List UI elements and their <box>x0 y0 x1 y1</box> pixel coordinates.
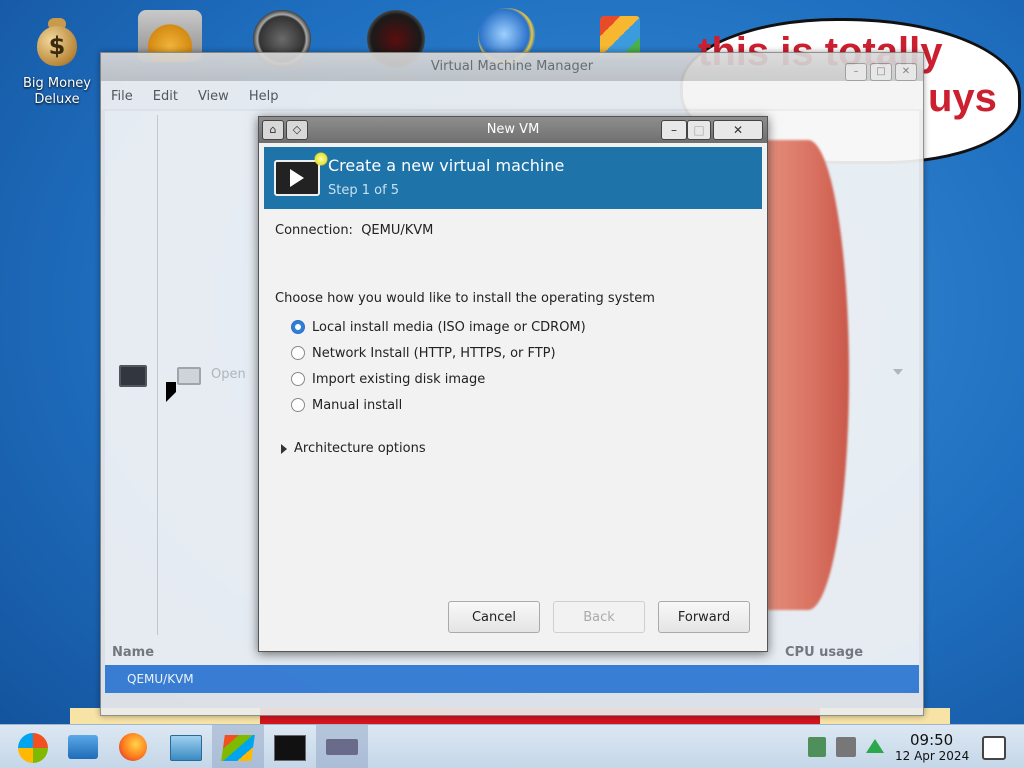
column-cpu-usage[interactable]: CPU usage <box>785 645 863 660</box>
taskbar: 09:50 12 Apr 2024 <box>0 724 1024 768</box>
dialog-banner: Create a new virtual machine Step 1 of 5 <box>264 147 762 209</box>
bubble-text-line-2: uys <box>928 76 997 120</box>
minimize-button[interactable]: – <box>845 63 867 81</box>
close-button[interactable]: ✕ <box>895 63 917 81</box>
menubar: File Edit View Help <box>101 81 923 109</box>
control-panel-icon <box>170 735 202 761</box>
option-label: Manual install <box>312 397 403 413</box>
option-import-disk[interactable]: Import existing disk image <box>291 368 485 390</box>
clock-date[interactable]: 12 Apr 2024 <box>895 749 969 763</box>
vm-icon <box>326 739 358 755</box>
tray-network-icon[interactable] <box>808 737 826 757</box>
row-connection-name: QEMU/KVM <box>127 672 194 686</box>
new-vm-icon[interactable] <box>119 365 147 387</box>
banner-title: Create a new virtual machine <box>328 156 565 175</box>
option-label: Local install media (ISO image or CDROM) <box>312 319 586 335</box>
desktop-icon-big-money-deluxe[interactable]: $ Big Money Deluxe <box>18 14 96 108</box>
tray-volume-muted-icon[interactable] <box>836 737 856 757</box>
dialog-title: New VM <box>486 122 540 137</box>
option-label: Import existing disk image <box>312 371 486 387</box>
connection-row: Connection: QEMU/KVM <box>275 223 433 238</box>
monitor-icon <box>177 367 201 385</box>
folder-icon <box>68 735 98 759</box>
install-prompt: Choose how you would like to install the… <box>275 291 655 306</box>
table-row[interactable]: QEMU/KVM <box>105 665 919 693</box>
windows-logo-icon <box>18 733 48 763</box>
window-title: Virtual Machine Manager <box>430 59 594 74</box>
taskbar-terminal[interactable] <box>264 725 316 768</box>
expander-arrow-icon <box>281 443 287 454</box>
menu-file[interactable]: File <box>101 81 143 113</box>
window-menu-icon[interactable]: ⌂ <box>262 120 284 140</box>
back-button[interactable]: Back <box>553 601 645 633</box>
taskbar-virt-manager[interactable] <box>316 725 368 768</box>
expander-label: Architecture options <box>294 441 426 456</box>
connection-label: Connection: <box>275 223 353 238</box>
terminal-icon <box>274 735 306 761</box>
dialog-titlebar[interactable]: ⌂ ◇ New VM – □ ✕ <box>259 117 767 143</box>
firefox-icon <box>119 733 147 761</box>
radio-selected[interactable] <box>291 320 305 334</box>
vmm-titlebar[interactable]: Virtual Machine Manager – □ ✕ <box>101 53 923 81</box>
taskbar-file-manager[interactable] <box>58 725 110 768</box>
close-button[interactable]: ✕ <box>713 120 763 140</box>
cursor-icon <box>166 382 176 402</box>
banner-step: Step 1 of 5 <box>328 183 400 198</box>
radio-unselected[interactable] <box>291 372 305 386</box>
forward-button[interactable]: Forward <box>658 601 750 633</box>
menu-view[interactable]: View <box>188 81 239 113</box>
open-button[interactable]: Open <box>211 367 246 382</box>
column-name[interactable]: Name <box>112 645 154 660</box>
option-local-install[interactable]: Local install media (ISO image or CDROM) <box>291 316 586 338</box>
chevron-down-icon[interactable] <box>893 369 903 375</box>
connection-value: QEMU/KVM <box>361 223 434 238</box>
show-desktop-icon[interactable] <box>982 736 1006 760</box>
background-shape <box>767 140 849 610</box>
new-vm-icon <box>274 152 328 196</box>
radio-unselected[interactable] <box>291 398 305 412</box>
taskbar-windows-app[interactable] <box>212 725 264 768</box>
option-manual-install[interactable]: Manual install <box>291 394 402 416</box>
menu-edit[interactable]: Edit <box>143 81 188 113</box>
architecture-options-expander[interactable]: Architecture options <box>281 441 426 456</box>
cancel-button[interactable]: Cancel <box>448 601 540 633</box>
sticky-icon[interactable]: ◇ <box>286 120 308 140</box>
maximize-button[interactable]: □ <box>687 120 711 140</box>
minimize-button[interactable]: – <box>661 120 687 140</box>
windows-flag-icon <box>221 735 255 761</box>
option-label: Network Install (HTTP, HTTPS, or FTP) <box>312 345 556 361</box>
option-network-install[interactable]: Network Install (HTTP, HTTPS, or FTP) <box>291 342 556 364</box>
desktop-icon-label: Big Money Deluxe <box>22 76 91 107</box>
toolbar-divider <box>157 115 158 635</box>
taskbar-control-panel[interactable] <box>160 725 212 768</box>
clock-time[interactable]: 09:50 <box>910 731 953 749</box>
menu-help[interactable]: Help <box>239 81 289 113</box>
radio-unselected[interactable] <box>291 346 305 360</box>
new-vm-dialog: ⌂ ◇ New VM – □ ✕ Create a new virtual ma… <box>258 116 768 652</box>
taskbar-firefox[interactable] <box>108 725 160 768</box>
maximize-button[interactable]: □ <box>870 63 892 81</box>
tray-update-icon[interactable] <box>866 739 884 753</box>
start-button[interactable] <box>8 725 60 768</box>
money-bag-icon: $ <box>34 14 80 68</box>
